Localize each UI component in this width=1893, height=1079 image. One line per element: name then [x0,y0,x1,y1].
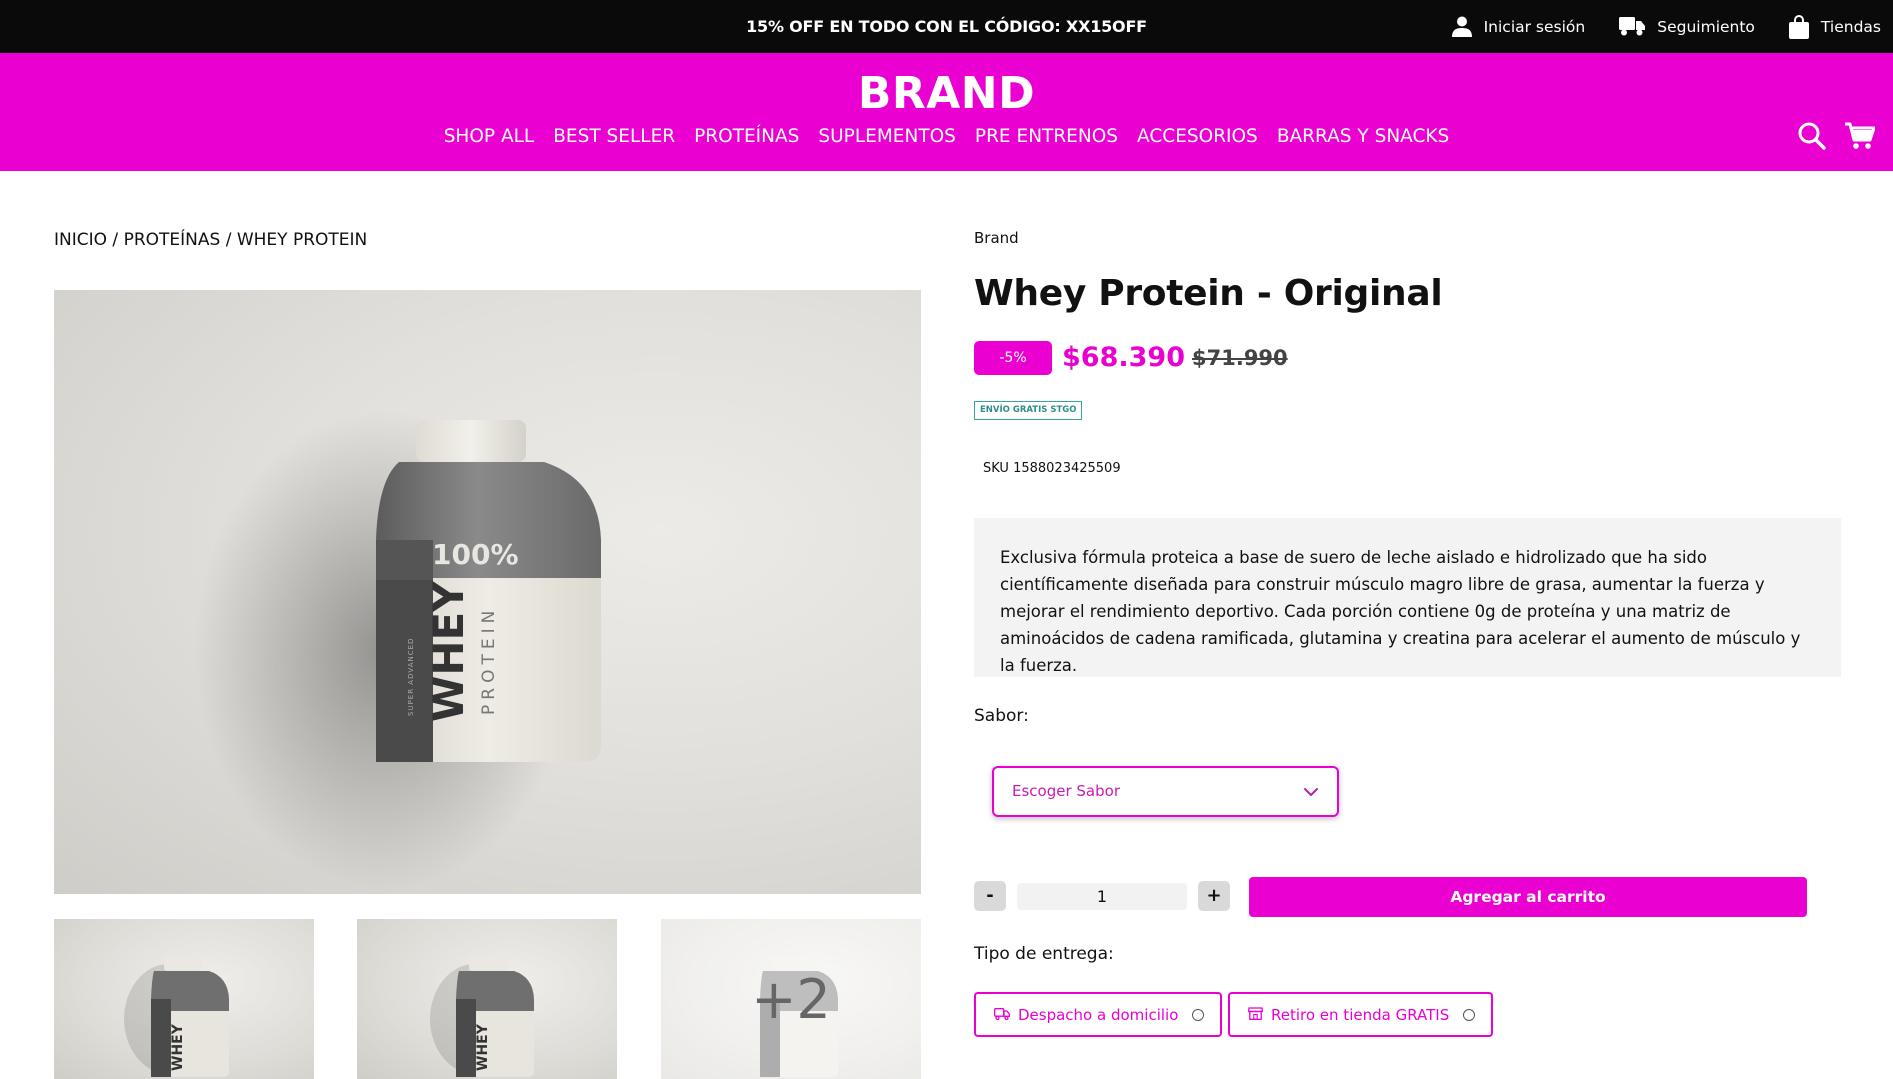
delivery-option-home-label: Despacho a domicilio [1018,1005,1179,1024]
login-label: Iniciar sesión [1483,17,1586,36]
quantity-increase-button[interactable]: + [1198,881,1230,911]
nav-proteinas[interactable]: PROTEÍNAS [694,126,799,147]
truck-icon [994,1005,1010,1024]
breadcrumb: INICIO / PROTEÍNAS / WHEY PROTEIN [54,230,367,250]
search-icon[interactable] [1797,121,1827,151]
announcement-bar: 15% OFF EN TODO CON EL CÓDIGO: XX15OFF I… [0,0,1893,53]
stores-link[interactable]: Tiendas [1788,14,1881,39]
nav-shop-all[interactable]: SHOP ALL [444,126,535,147]
original-price: $71.990 [1192,346,1288,370]
brand-logo[interactable]: BRAND [0,68,1893,119]
tracking-label: Seguimiento [1657,17,1755,36]
nav-barras-snacks[interactable]: BARRAS Y SNACKS [1277,126,1449,147]
product-title: Whey Protein - Original [974,273,1443,314]
breadcrumb-proteinas[interactable]: PROTEÍNAS [124,230,221,250]
product-sku: SKU 1588023425509 [983,461,1121,476]
breadcrumb-current: WHEY PROTEIN [236,230,368,250]
tracking-link[interactable]: Seguimiento [1619,17,1755,36]
delivery-option-pickup[interactable]: Retiro en tienda GRATIS [1228,992,1494,1037]
flavor-select[interactable]: Escoger Sabor [992,766,1339,817]
nav-pre-entrenos[interactable]: PRE ENTRENOS [975,126,1118,147]
current-price: $68.390 [1062,342,1185,373]
account-links: Iniciar sesión Seguimiento Tiendas [1451,0,1881,53]
jar-tag-text: SUPER ADVANCED [407,638,415,716]
nav-best-seller[interactable]: BEST SELLER [553,126,675,147]
thumbnail-1[interactable]: WHEY [54,919,314,1079]
breadcrumb-separator: / [220,230,237,250]
thumbnail-3[interactable]: +2 [661,919,921,1079]
thumbnail-2[interactable]: WHEY [357,919,617,1079]
free-shipping-badge: ENVÍO GRATIS STGO [974,401,1083,420]
login-link[interactable]: Iniciar sesión [1451,16,1586,37]
main-header: BRAND SHOP ALL BEST SELLER PROTEÍNAS SUP… [0,53,1893,171]
jar-protein-text: PROTEIN [479,606,499,715]
protein-jar-illustration: 100% WHEY PROTEIN SUPER ADVANCED [194,410,601,890]
flavor-label: Sabor: [974,706,1029,726]
product-description: Exclusiva fórmula proteica a base de sue… [974,518,1841,677]
product-brand[interactable]: Brand [974,229,1019,247]
thumbnail-jar-text: WHEY [170,1023,186,1071]
main-product-image[interactable]: 100% WHEY PROTEIN SUPER ADVANCED [54,290,921,894]
shopping-bag-icon [1788,14,1809,39]
nav-accesorios[interactable]: ACCESORIOS [1137,126,1258,147]
store-icon [1247,1005,1264,1024]
more-images-count: +2 [661,919,921,1079]
truck-icon [1619,17,1646,36]
thumbnail-jar: WHEY [124,957,229,1077]
delivery-type-label: Tipo de entrega: [974,944,1114,964]
stores-label: Tiendas [1820,17,1881,36]
thumbnail-jar: WHEY [430,957,534,1077]
jar-whey-text: WHEY [424,581,473,722]
quantity-input[interactable] [1017,883,1187,910]
header-actions [1797,121,1875,151]
main-nav: SHOP ALL BEST SELLER PROTEÍNAS SUPLEMENT… [0,126,1893,147]
add-to-cart-button[interactable]: Agregar al carrito [1249,877,1807,917]
discount-badge: -5% [974,341,1052,375]
delivery-option-home[interactable]: Despacho a domicilio [974,992,1223,1037]
user-icon [1451,16,1472,37]
delivery-option-pickup-label: Retiro en tienda GRATIS [1271,1005,1450,1024]
thumbnail-jar-text: WHEY [475,1023,491,1071]
breadcrumb-separator: / [107,230,124,250]
quantity-decrease-button[interactable]: - [974,881,1006,911]
breadcrumb-inicio[interactable]: INICIO [54,230,107,250]
flavor-select-value: Escoger Sabor [1012,782,1120,800]
cart-icon[interactable] [1845,122,1875,150]
jar-percent-text: 100% [432,538,519,571]
delivery-option-home-radio[interactable] [1192,1008,1205,1021]
delivery-option-pickup-radio[interactable] [1463,1008,1476,1021]
nav-suplementos[interactable]: SUPLEMENTOS [818,126,956,147]
